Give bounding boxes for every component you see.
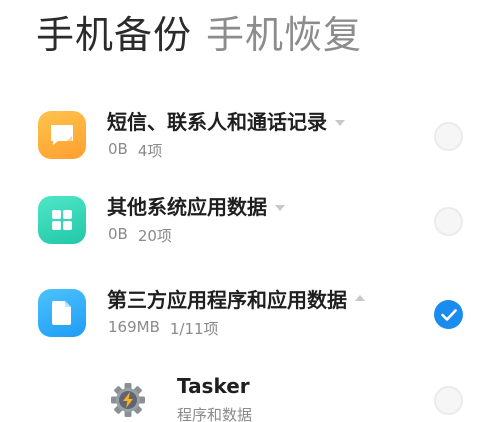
collapse-arrow-icon[interactable] [355,294,365,301]
item-title: 短信、联系人和通话记录 [107,106,345,135]
item-count: 1/11项 [169,320,219,338]
item-count: 4项 [137,142,163,160]
item-meta: 0B 20项 [108,225,172,246]
backup-item-system-apps[interactable]: 其他系统应用数据 0B 20项 [0,185,500,255]
item-title-text: 其他系统应用数据 [107,195,267,219]
select-checkbox[interactable] [434,386,463,415]
item-title-text: 短信、联系人和通话记录 [107,110,327,134]
tab-restore[interactable]: 手机恢复 [206,10,362,60]
item-count: 20项 [137,227,172,245]
item-title-text: 第三方应用程序和应用数据 [107,288,347,312]
item-meta: 0B 4项 [108,140,162,161]
item-size: 169MB [108,318,160,336]
item-meta: 169MB 1/11项 [108,318,219,339]
backup-item-sms-contacts[interactable]: 短信、联系人和通话记录 0B 4项 [0,100,500,170]
tab-bar: 手机备份 手机恢复 [36,10,362,60]
tab-backup[interactable]: 手机备份 [36,10,192,60]
item-size: 0B [108,140,128,158]
backup-item-third-party-apps[interactable]: 第三方应用程序和应用数据 169MB 1/11项 [0,278,500,348]
selected-checkbox[interactable] [434,300,463,329]
message-icon [38,111,86,159]
tasker-gear-icon [110,382,146,418]
grid-apps-icon [38,196,86,244]
expand-arrow-icon[interactable] [335,119,345,126]
item-size: 0B [108,225,128,243]
backup-screen: 手机备份 手机恢复 短信、联系人和通话记录 0B 4项 其他系统应用数据 0B … [0,0,500,422]
select-checkbox[interactable] [434,207,463,236]
app-desc: 程序和数据 [177,406,253,422]
checkmark-icon [440,308,457,321]
item-title: 其他系统应用数据 [107,191,285,220]
app-item-tasker[interactable]: Tasker 程序和数据 [0,366,500,422]
select-checkbox[interactable] [434,122,463,151]
document-icon [38,289,86,337]
item-title: 第三方应用程序和应用数据 [107,284,365,313]
app-name: Tasker [177,374,250,398]
expand-arrow-icon[interactable] [275,204,285,211]
